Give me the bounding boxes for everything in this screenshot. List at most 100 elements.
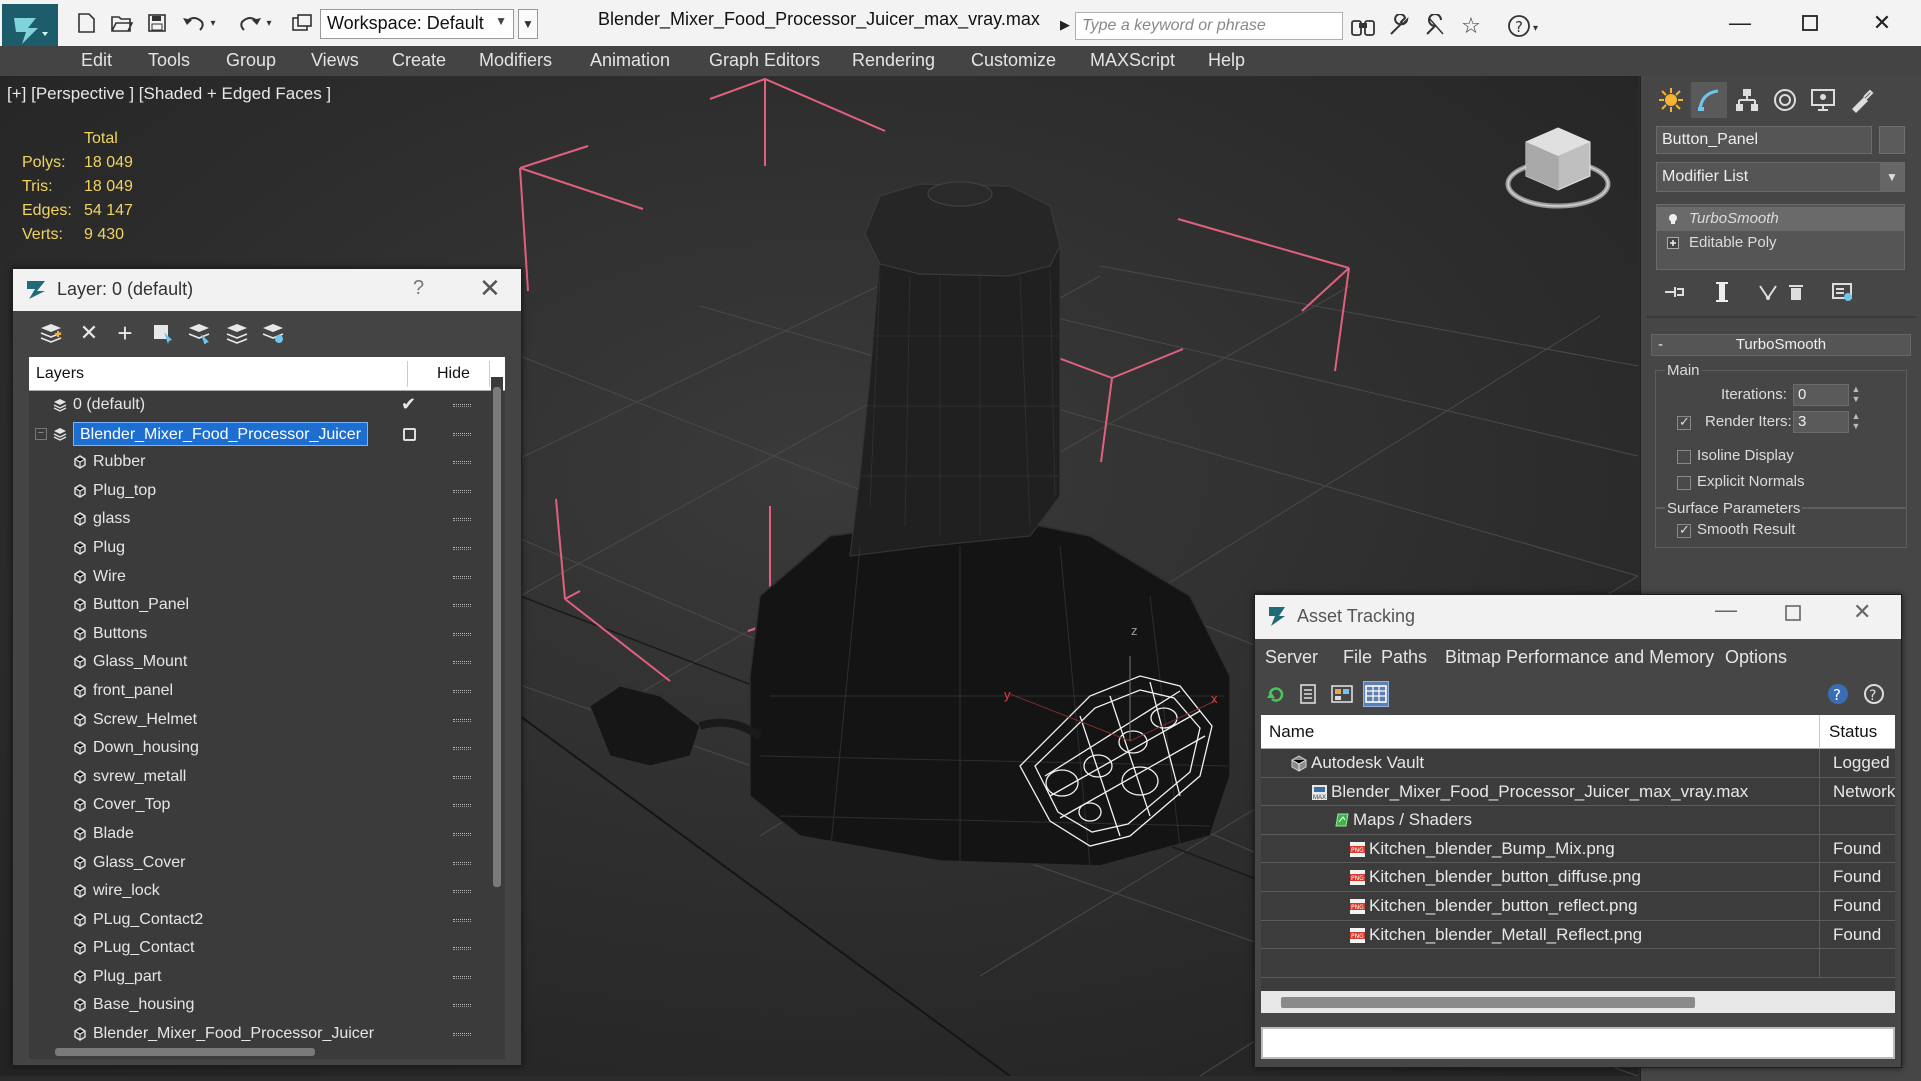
hide-toggle[interactable] xyxy=(453,689,471,693)
explicit-normals-checkbox[interactable] xyxy=(1677,476,1691,490)
layer-object-row[interactable]: Plug xyxy=(29,534,499,563)
list-view-icon[interactable] xyxy=(1295,681,1321,707)
layers-column-header[interactable]: Layers xyxy=(36,365,84,383)
exchange-icon[interactable] xyxy=(1420,12,1450,40)
layer-explorer-titlebar[interactable]: Layer: 0 (default) ? ✕ xyxy=(13,269,521,311)
motion-tab-icon[interactable] xyxy=(1767,82,1803,118)
hide-toggle[interactable] xyxy=(453,1004,471,1008)
layer-object-row[interactable]: PLug_Contact2 xyxy=(29,906,499,935)
layer-object-row[interactable]: glass xyxy=(29,505,499,534)
thumbnail-view-icon[interactable] xyxy=(1329,681,1355,707)
asset-tracking-titlebar[interactable]: Asset Tracking — ✕ xyxy=(1255,595,1901,639)
asset-row[interactable]: PNG Kitchen_blender_button_diffuse.png Fou… xyxy=(1261,863,1895,892)
help-button[interactable]: ? xyxy=(413,277,424,300)
refresh-icon[interactable] xyxy=(1263,681,1289,707)
hide-toggle[interactable] xyxy=(453,718,471,722)
scrollbar-thumb[interactable] xyxy=(1281,997,1695,1008)
hide-toggle[interactable] xyxy=(453,661,471,665)
search-input[interactable]: Type a keyword or phrase xyxy=(1075,12,1343,40)
hide-toggle[interactable] xyxy=(453,518,471,522)
menu-modifiers[interactable]: Modifiers xyxy=(479,50,552,71)
iterations-spinner[interactable]: 0 xyxy=(1793,384,1849,406)
rollout-header[interactable]: - TurboSmooth xyxy=(1651,334,1911,356)
layer-object-row[interactable]: Blade xyxy=(29,820,499,849)
undo-icon[interactable] xyxy=(180,10,208,36)
minimize-button[interactable]: — xyxy=(1710,6,1770,40)
wrench-icon[interactable] xyxy=(1384,12,1414,40)
isoline-display-checkbox[interactable] xyxy=(1677,450,1691,464)
hide-toggle[interactable] xyxy=(453,575,471,579)
menu-edit[interactable]: Edit xyxy=(81,50,112,71)
scrollbar-thumb[interactable] xyxy=(55,1048,315,1056)
menu-customize[interactable]: Customize xyxy=(971,50,1056,71)
hide-toggle[interactable] xyxy=(453,804,471,808)
render-iters-checkbox[interactable] xyxy=(1677,414,1691,430)
display-tab-icon[interactable] xyxy=(1805,82,1841,118)
hide-toggle[interactable] xyxy=(453,489,471,493)
layer-object-row[interactable]: Wire xyxy=(29,563,499,592)
hide-toggle[interactable] xyxy=(453,975,471,979)
hide-toggle[interactable] xyxy=(453,947,471,951)
search-expand-icon[interactable]: ▶ xyxy=(1056,12,1074,38)
hide-toggle[interactable] xyxy=(453,461,471,465)
menu-maxscript[interactable]: MAXScript xyxy=(1090,50,1175,71)
layer-options-icon[interactable] xyxy=(259,320,287,346)
status-column-header[interactable]: Status xyxy=(1829,722,1877,742)
redo-dropdown-icon[interactable]: ▾ xyxy=(262,10,276,36)
asset-row[interactable]: Autodesk Vault Logged O xyxy=(1261,749,1895,778)
layer-object-row[interactable]: Blender_Mixer_Food_Processor_Juicer xyxy=(29,1020,499,1045)
stack-item-turbosmooth[interactable]: TurboSmooth xyxy=(1657,207,1904,231)
workspace-dropdown[interactable]: Workspace: Default ▼ xyxy=(320,9,514,39)
new-layer-icon[interactable] xyxy=(37,320,65,346)
hide-toggle[interactable] xyxy=(453,1033,471,1037)
layer-object-row[interactable]: Base_housing xyxy=(29,991,499,1020)
open-file-icon[interactable] xyxy=(108,10,136,36)
name-column-header[interactable]: Name xyxy=(1269,722,1314,742)
menu-help[interactable]: Help xyxy=(1208,50,1245,71)
minimize-button[interactable]: — xyxy=(1715,597,1737,623)
remove-modifier-icon[interactable] xyxy=(1784,280,1808,304)
highlight-layers-icon[interactable] xyxy=(185,320,213,346)
layer-horizontal-scrollbar[interactable] xyxy=(29,1045,505,1059)
app-logo-icon[interactable] xyxy=(2,4,58,52)
select-objects-icon[interactable] xyxy=(149,320,177,346)
layer-object-row[interactable]: wire_lock xyxy=(29,877,499,906)
workspace-menu-button[interactable]: ▼ xyxy=(518,9,538,39)
close-button[interactable]: ✕ xyxy=(479,273,501,304)
project-folder-icon[interactable] xyxy=(288,10,316,36)
spinner-arrows-icon[interactable]: ▲ ▼ xyxy=(1849,411,1863,433)
set-current-box-icon[interactable] xyxy=(403,427,416,441)
scrollbar-thumb[interactable] xyxy=(493,387,501,887)
help-icon[interactable]: ? ▾ xyxy=(1506,12,1546,40)
asset-horizontal-scrollbar[interactable] xyxy=(1261,991,1895,1013)
add-icon[interactable]: + xyxy=(111,318,139,348)
new-file-icon[interactable] xyxy=(72,10,100,36)
layer-object-row[interactable]: Plug_top xyxy=(29,477,499,506)
layer-object-row[interactable]: Screw_Helmet xyxy=(29,706,499,735)
binoculars-icon[interactable] xyxy=(1348,12,1378,40)
layer-row[interactable]: 0 (default) ✔ xyxy=(29,391,499,420)
pin-stack-icon[interactable] xyxy=(1662,280,1686,304)
menu-file[interactable]: File xyxy=(1343,647,1372,668)
viewport-label[interactable]: [+] [Perspective ] [Shaded + Edged Faces… xyxy=(7,84,331,104)
menu-bitmap-performance[interactable]: Bitmap Performance and Memory xyxy=(1445,647,1714,668)
menu-graph-editors[interactable]: Graph Editors xyxy=(709,50,820,71)
maximize-button[interactable] xyxy=(1785,601,1801,627)
layer-object-row[interactable]: Down_housing xyxy=(29,734,499,763)
favorites-star-icon[interactable]: ☆ xyxy=(1456,12,1486,40)
set-current-layer-icon[interactable] xyxy=(223,320,251,346)
layer-object-row[interactable]: Cover_Top xyxy=(29,791,499,820)
close-button[interactable]: ✕ xyxy=(1852,6,1912,40)
layer-object-row[interactable]: Button_Panel xyxy=(29,591,499,620)
object-name-field[interactable]: Button_Panel xyxy=(1656,126,1872,154)
layer-object-row[interactable]: Glass_Mount xyxy=(29,648,499,677)
layer-object-row[interactable]: PLug_Contact xyxy=(29,934,499,963)
hide-toggle[interactable] xyxy=(453,546,471,550)
delete-icon[interactable]: ✕ xyxy=(75,320,103,346)
lightbulb-icon[interactable] xyxy=(1667,213,1679,225)
hide-toggle[interactable] xyxy=(453,432,471,436)
asset-row-empty[interactable] xyxy=(1261,949,1895,978)
hide-column-header[interactable]: Hide xyxy=(437,365,470,383)
expand-plus-icon[interactable] xyxy=(1667,237,1679,249)
close-button[interactable]: ✕ xyxy=(1853,599,1871,625)
